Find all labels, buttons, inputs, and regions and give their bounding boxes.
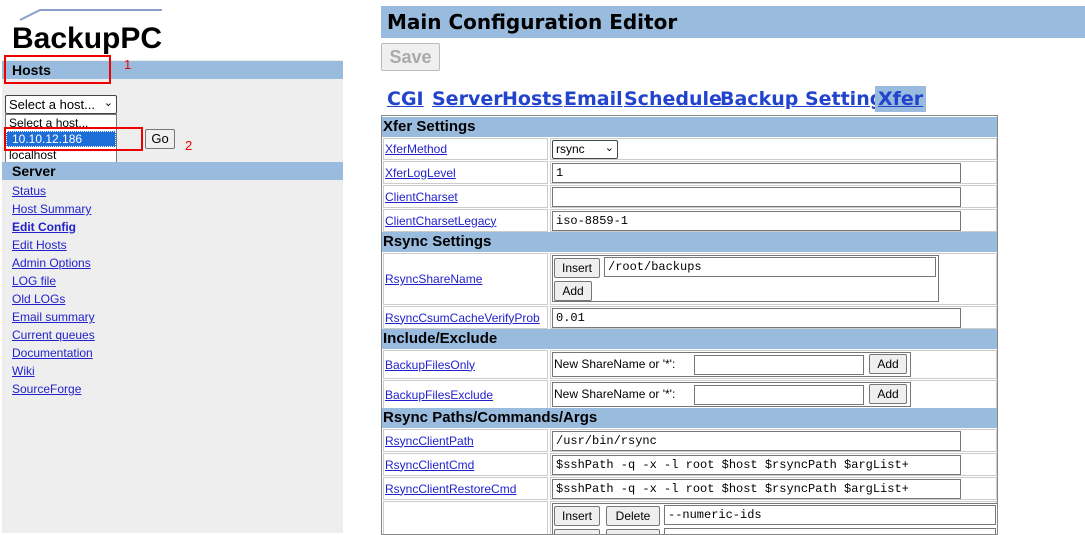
backup-files-only-cell: New ShareName or '*': Add	[550, 350, 997, 379]
chevron-down-icon: ⌄	[604, 142, 614, 154]
backuppc-logo[interactable]: BackupPC	[12, 8, 162, 54]
section-rsync-paths: Rsync Paths/Commands/Args	[382, 408, 997, 428]
rsync-client-restore-cmd-cell: $sshPath -q -x -l root $host $rsyncPath …	[550, 477, 997, 500]
xfer-log-level-cell: 1	[550, 161, 997, 184]
xfer-log-level-input[interactable]: 1	[552, 163, 961, 183]
backup-files-exclude-prompt: New ShareName or '*':	[554, 387, 676, 401]
rsync-csum-cell: 0.01	[550, 306, 997, 329]
rsync-args-label-cell	[383, 501, 548, 534]
xfer-method-label[interactable]: XferMethod	[383, 138, 548, 160]
nav-email-summary[interactable]: Email summary	[12, 310, 95, 324]
annotation-label-2: 2	[185, 138, 193, 153]
client-charset-label[interactable]: ClientCharset	[383, 185, 548, 208]
xfer-method-cell: rsync ⌄	[550, 138, 997, 160]
host-option[interactable]: Select a host...	[6, 115, 116, 131]
section-rsync-settings: Rsync Settings	[382, 232, 997, 252]
backup-files-exclude-input[interactable]	[694, 385, 864, 405]
xfer-log-level-label[interactable]: XferLogLevel	[383, 161, 548, 184]
server-nav: Status Host Summary Edit Config Edit Hos…	[12, 182, 95, 398]
rsync-share-name-label[interactable]: RsyncShareName	[383, 253, 548, 305]
hosts-heading: Hosts	[2, 61, 343, 79]
rsync-csum-label[interactable]: RsyncCsumCacheVerifyProb	[383, 306, 548, 329]
rsync-client-path-label[interactable]: RsyncClientPath	[383, 429, 548, 452]
client-charset-input[interactable]	[552, 187, 961, 207]
logo-area: BackupPC	[2, 0, 343, 60]
nav-admin-options[interactable]: Admin Options	[12, 256, 91, 270]
tab-server[interactable]: Server	[429, 86, 506, 112]
host-option[interactable]: localhost	[6, 147, 116, 163]
rsync-client-cmd-input[interactable]: $sshPath -q -x -l root $host $rsyncPath …	[552, 455, 961, 475]
section-xfer-settings: Xfer Settings	[382, 117, 997, 137]
tab-schedule[interactable]: Schedule	[621, 86, 725, 112]
backup-files-only-prompt: New ShareName or '*':	[554, 357, 676, 371]
tab-xfer[interactable]: Xfer	[875, 86, 927, 112]
backup-files-only-add-button[interactable]: Add	[869, 354, 907, 374]
sidebar: BackupPC Hosts Select a host... ⌄ Select…	[2, 0, 343, 533]
go-button[interactable]: Go	[145, 129, 175, 149]
client-charset-legacy-cell: iso-8859-1	[550, 209, 997, 232]
backup-files-exclude-add-button[interactable]: Add	[869, 384, 907, 404]
rsync-client-cmd-cell: $sshPath -q -x -l root $host $rsyncPath …	[550, 453, 997, 476]
nav-documentation[interactable]: Documentation	[12, 346, 93, 360]
rsync-args-delete-button-2[interactable]	[606, 529, 660, 534]
client-charset-legacy-input[interactable]: iso-8859-1	[552, 211, 961, 231]
xfer-method-value: rsync	[556, 142, 585, 156]
nav-status[interactable]: Status	[12, 184, 46, 198]
tab-backup-settings[interactable]: Backup Settings	[717, 86, 898, 112]
tab-hosts[interactable]: Hosts	[499, 86, 566, 112]
xfer-method-select[interactable]: rsync ⌄	[552, 140, 618, 159]
backup-files-only-label[interactable]: BackupFilesOnly	[383, 350, 548, 379]
nav-current-queues[interactable]: Current queues	[12, 328, 95, 342]
backup-files-only-input[interactable]	[694, 355, 864, 375]
tab-email[interactable]: Email	[561, 86, 626, 112]
rsync-share-name-cell: Insert /root/backups Add	[550, 253, 997, 305]
host-option-selected[interactable]: 10.10.12.186	[6, 131, 116, 147]
section-include-exclude: Include/Exclude	[382, 329, 997, 349]
nav-host-summary[interactable]: Host Summary	[12, 202, 91, 216]
host-select[interactable]: Select a host... ⌄	[5, 95, 117, 114]
rsync-args-delete-button[interactable]: Delete	[606, 506, 660, 526]
rsync-client-restore-cmd-label[interactable]: RsyncClientRestoreCmd	[383, 477, 548, 500]
page-title: Main Configuration Editor	[381, 6, 1085, 38]
server-heading: Server	[2, 162, 343, 180]
rsync-share-insert-button[interactable]: Insert	[554, 258, 600, 278]
nav-sourceforge[interactable]: SourceForge	[12, 382, 81, 396]
rsync-args-cell: Insert Delete --numeric-ids	[550, 501, 997, 534]
host-select-value: Select a host...	[9, 97, 95, 112]
chevron-down-icon: ⌄	[103, 97, 113, 109]
nav-wiki[interactable]: Wiki	[12, 364, 35, 378]
annotation-label-1: 1	[124, 57, 132, 72]
logo-text: BackupPC	[12, 22, 162, 54]
backup-files-exclude-label[interactable]: BackupFilesExclude	[383, 380, 548, 409]
config-table: Xfer Settings XferMethod rsync ⌄ XferLog…	[381, 115, 998, 535]
rsync-args-insert-button-2[interactable]	[554, 529, 600, 534]
rsync-share-name-input[interactable]: /root/backups	[604, 257, 936, 277]
tab-cgi[interactable]: CGI	[384, 86, 427, 112]
nav-edit-config[interactable]: Edit Config	[12, 220, 76, 234]
nav-edit-hosts[interactable]: Edit Hosts	[12, 238, 67, 252]
rsync-args-input-2[interactable]	[664, 528, 996, 534]
rsync-client-path-input[interactable]: /usr/bin/rsync	[552, 431, 961, 451]
nav-log-file[interactable]: LOG file	[12, 274, 56, 288]
client-charset-cell	[550, 185, 997, 208]
backup-files-exclude-cell: New ShareName or '*': Add	[550, 380, 997, 409]
rsync-client-cmd-label[interactable]: RsyncClientCmd	[383, 453, 548, 476]
rsync-client-path-cell: /usr/bin/rsync	[550, 429, 997, 452]
rsync-client-restore-cmd-input[interactable]: $sshPath -q -x -l root $host $rsyncPath …	[552, 479, 961, 499]
save-button[interactable]: Save	[381, 43, 440, 71]
rsync-args-input[interactable]: --numeric-ids	[664, 505, 996, 525]
nav-old-logs[interactable]: Old LOGs	[12, 292, 65, 306]
rsync-csum-input[interactable]: 0.01	[552, 308, 961, 328]
client-charset-legacy-label[interactable]: ClientCharsetLegacy	[383, 209, 548, 232]
host-dropdown-list[interactable]: Select a host... 10.10.12.186 localhost	[5, 114, 117, 164]
rsync-share-add-button[interactable]: Add	[554, 281, 592, 301]
rsync-args-insert-button[interactable]: Insert	[554, 506, 600, 526]
